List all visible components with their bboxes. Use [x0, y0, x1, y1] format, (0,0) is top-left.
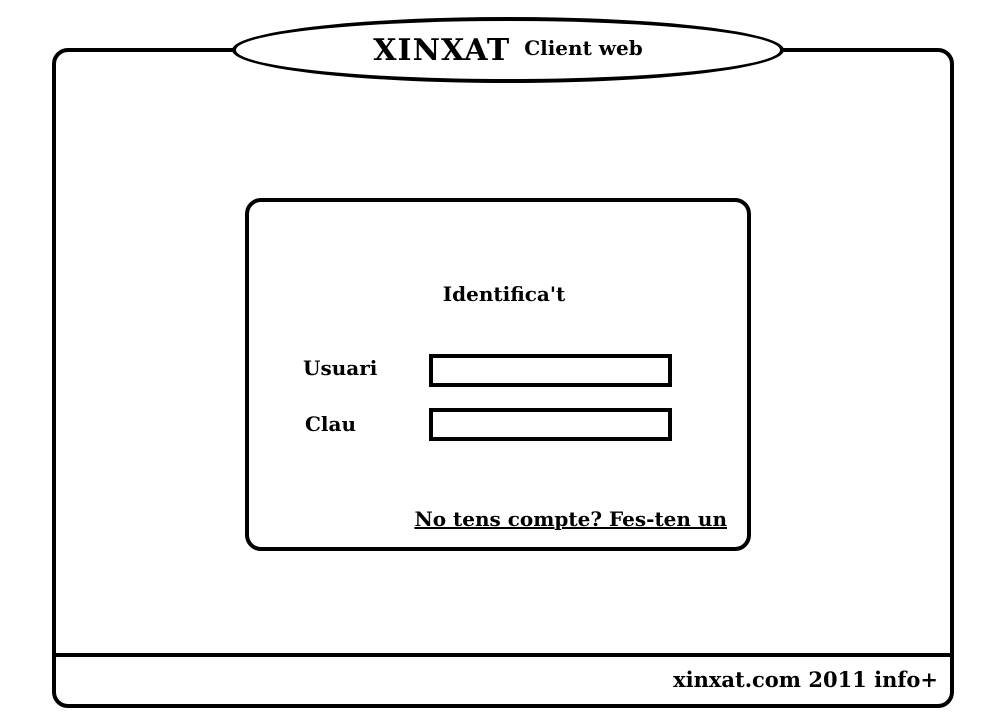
- footer-bar: xinxat.com 2011 info+: [52, 653, 954, 713]
- password-input[interactable]: [429, 408, 672, 441]
- login-panel: Identifica't Usuari Clau No tens compte?…: [245, 198, 751, 551]
- footer-text: xinxat.com 2011 info+: [673, 667, 938, 692]
- title-banner: XINXAT Client web: [232, 17, 784, 83]
- footer-year: 2011: [808, 667, 867, 692]
- username-input[interactable]: [429, 354, 672, 387]
- footer-site: xinxat.com: [673, 667, 802, 692]
- info-link[interactable]: info+: [874, 667, 938, 692]
- app-name: XINXAT: [373, 32, 511, 68]
- username-label: Usuari: [303, 356, 378, 380]
- register-link[interactable]: No tens compte? Fes-ten un: [414, 507, 727, 531]
- app-subtitle: Client web: [524, 36, 643, 60]
- login-heading: Identifica't: [442, 282, 566, 306]
- password-label: Clau: [305, 412, 357, 436]
